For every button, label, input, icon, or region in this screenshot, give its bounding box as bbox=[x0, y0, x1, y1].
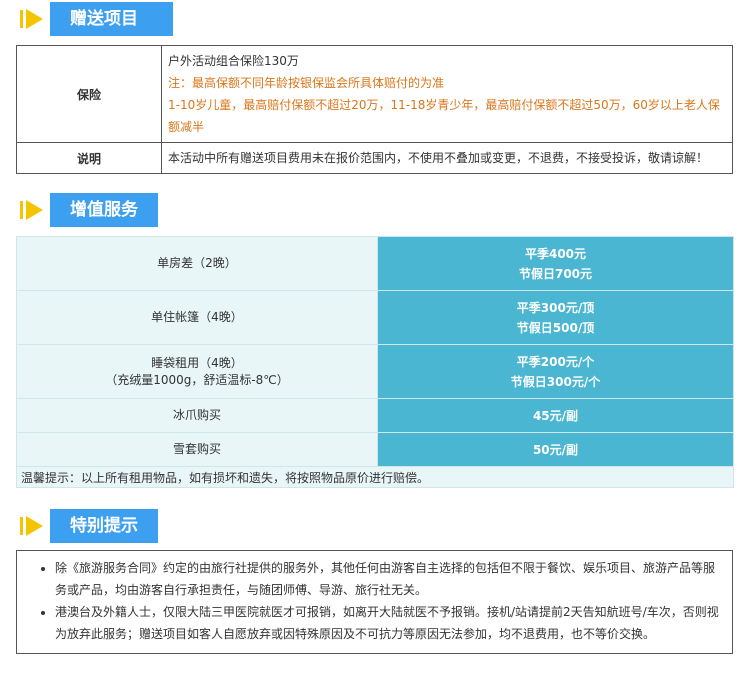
list-item: 港澳台及外籍人士，仅限大陆三甲医院就医才可报销，如离开大陆就医不予报销。接机/站… bbox=[55, 601, 724, 645]
service-price: 50元/副 bbox=[377, 432, 734, 467]
table-row: 睡袋租用（4晚） （充绒量1000g，舒适温标-8℃） 平季200元/个 节假日30… bbox=[16, 344, 734, 399]
table-row: 单住帐篷（4晚） 平季300元/顶 节假日500/顶 bbox=[16, 290, 734, 345]
table-row: 雪套购买 50元/副 bbox=[16, 432, 734, 467]
tips-list: 除《旅游服务合同》约定的由旅行社提供的服务外，其他任何由游客自主选择的包括但不限… bbox=[25, 557, 724, 645]
services-table: 单房差（2晚） 平季400元 节假日700元 单住帐篷（4晚） 平季300元/顶节… bbox=[16, 236, 734, 488]
note-label: 说明 bbox=[16, 142, 162, 174]
play-arrow-icon bbox=[20, 200, 43, 220]
table-row: 冰爪购买 45元/副 bbox=[16, 398, 734, 433]
service-name: 冰爪购买 bbox=[16, 398, 378, 433]
service-name: 睡袋租用（4晚） （充绒量1000g，舒适温标-8℃） bbox=[16, 344, 378, 399]
play-arrow-icon bbox=[20, 516, 43, 536]
table-row: 温馨提示：以上所有租用物品，如有损坏和遗失，将按照物品原价进行赔偿。 bbox=[16, 466, 734, 488]
special-tips-box: 除《旅游服务合同》约定的由旅行社提供的服务外，其他任何由游客自主选择的包括但不限… bbox=[16, 550, 733, 654]
insurance-label: 保险 bbox=[16, 45, 162, 143]
service-name: 单住帐篷（4晚） bbox=[16, 290, 378, 345]
play-arrow-icon bbox=[20, 9, 43, 29]
insurance-note: 注：最高保额不同年龄按银保监会所具体赔付的为准 bbox=[168, 76, 445, 90]
service-price: 平季400元 节假日700元 bbox=[377, 236, 734, 291]
note-text: 本活动中所有赠送项目费用未在报价范围内，不使用不叠加或变更，不退费，不接受投诉，… bbox=[161, 142, 733, 174]
section-title-gifts: 赠送项目 bbox=[50, 2, 173, 36]
service-price: 平季300元/顶 节假日500/顶 bbox=[377, 290, 734, 345]
service-name: 雪套购买 bbox=[16, 432, 378, 467]
table-row: 保险 户外活动组合保险130万 注：最高保额不同年龄按银保监会所具体赔付的为准 … bbox=[16, 45, 733, 143]
service-name: 单房差（2晚） bbox=[16, 236, 378, 291]
service-price: 平季200元/个 节假日300元/个 bbox=[377, 344, 734, 399]
insurance-detail: 户外活动组合保险130万 注：最高保额不同年龄按银保监会所具体赔付的为准 1-1… bbox=[161, 45, 733, 143]
table-row: 单房差（2晚） 平季400元 节假日700元 bbox=[16, 236, 734, 291]
insurance-line: 户外活动组合保险130万 bbox=[168, 54, 299, 68]
section-title-value: 增值服务 bbox=[50, 193, 158, 227]
insurance-age-note: 1-10岁儿童，最高赔付保额不超过20万，11-18岁青少年，最高赔付保额不超过… bbox=[168, 98, 720, 134]
list-item: 除《旅游服务合同》约定的由旅行社提供的服务外，其他任何由游客自主选择的包括但不限… bbox=[55, 557, 724, 601]
table-row: 说明 本活动中所有赠送项目费用未在报价范围内，不使用不叠加或变更，不退费，不接受… bbox=[16, 142, 733, 174]
service-price: 45元/副 bbox=[377, 398, 734, 433]
section-title-special: 特别提示 bbox=[50, 509, 158, 543]
gifts-table: 保险 户外活动组合保险130万 注：最高保额不同年龄按银保监会所具体赔付的为准 … bbox=[16, 45, 733, 174]
services-note: 温馨提示：以上所有租用物品，如有损坏和遗失，将按照物品原价进行赔偿。 bbox=[16, 466, 734, 488]
